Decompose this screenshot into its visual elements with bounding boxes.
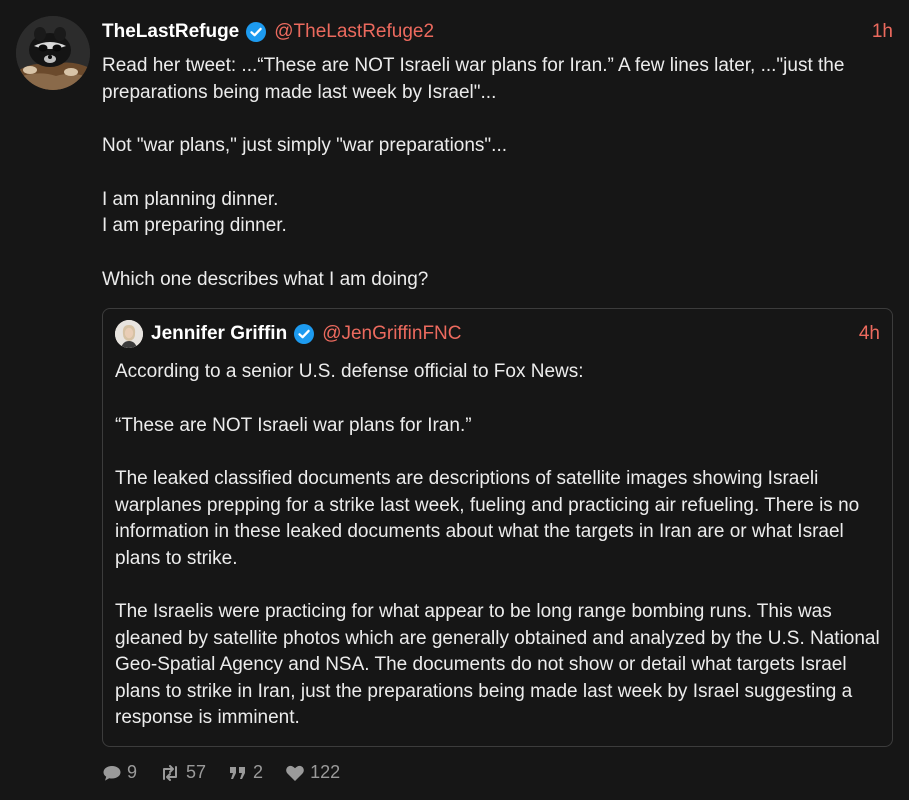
quoted-post-time[interactable]: 4h (859, 323, 880, 345)
like-count: 122 (310, 762, 341, 782)
quoted-post-body: According to a senior U.S. defense offic… (115, 359, 882, 732)
post-header: TheLastRefuge @TheLastRefuge2 1h (102, 18, 893, 46)
repost-count: 57 (186, 762, 207, 782)
post-body: Read her tweet: ...“These are NOT Israel… (102, 53, 891, 293)
quoted-post-header: Jennifer Griffin @JenGriffinFNC 4h (115, 319, 880, 349)
heart-icon (286, 765, 304, 781)
quote-button[interactable]: 2 (228, 762, 263, 783)
quoted-paragraph: “These are NOT Israeli war plans for Ira… (115, 414, 472, 436)
post-actions: 9 57 2 122 (102, 762, 362, 783)
reply-count: 9 (127, 762, 138, 782)
post-paragraph: Not "war plans," just simply "war prepar… (102, 135, 508, 156)
like-button[interactable]: 122 (285, 762, 340, 783)
quoted-paragraph: The leaked classified documents are desc… (115, 468, 860, 569)
quoted-paragraph: According to a senior U.S. defense offic… (115, 361, 584, 382)
verified-badge-icon (246, 22, 267, 42)
quoted-author-handle[interactable]: @JenGriffinFNC (322, 323, 461, 345)
author-name[interactable]: TheLastRefuge (102, 21, 239, 43)
verified-badge-icon (294, 324, 315, 344)
repost-button[interactable]: 57 (159, 762, 206, 783)
raccoon-avatar-icon[interactable] (16, 16, 90, 90)
speech-bubble-icon (103, 765, 121, 781)
post: TheLastRefuge @TheLastRefuge2 1h Read he… (0, 0, 909, 800)
post-time[interactable]: 1h (872, 21, 893, 43)
quoted-author-name[interactable]: Jennifer Griffin (151, 323, 287, 345)
post-paragraph: Read her tweet: ...“These are NOT Israel… (102, 55, 845, 103)
reply-button[interactable]: 9 (102, 762, 137, 783)
post-paragraph: I am planning dinner. (102, 188, 279, 210)
post-paragraph: I am preparing dinner. (102, 215, 287, 236)
post-paragraph: Which one describes what I am doing? (102, 268, 429, 290)
author-handle[interactable]: @TheLastRefuge2 (274, 21, 434, 43)
repost-icon (163, 764, 178, 781)
quoted-post[interactable]: Jennifer Griffin @JenGriffinFNC 4h Accor… (102, 308, 893, 747)
quoted-paragraph: The Israelis were practicing for what ap… (115, 601, 880, 728)
quote-icon (230, 766, 246, 779)
person-avatar-icon[interactable] (115, 320, 143, 348)
quote-count: 2 (253, 762, 264, 782)
